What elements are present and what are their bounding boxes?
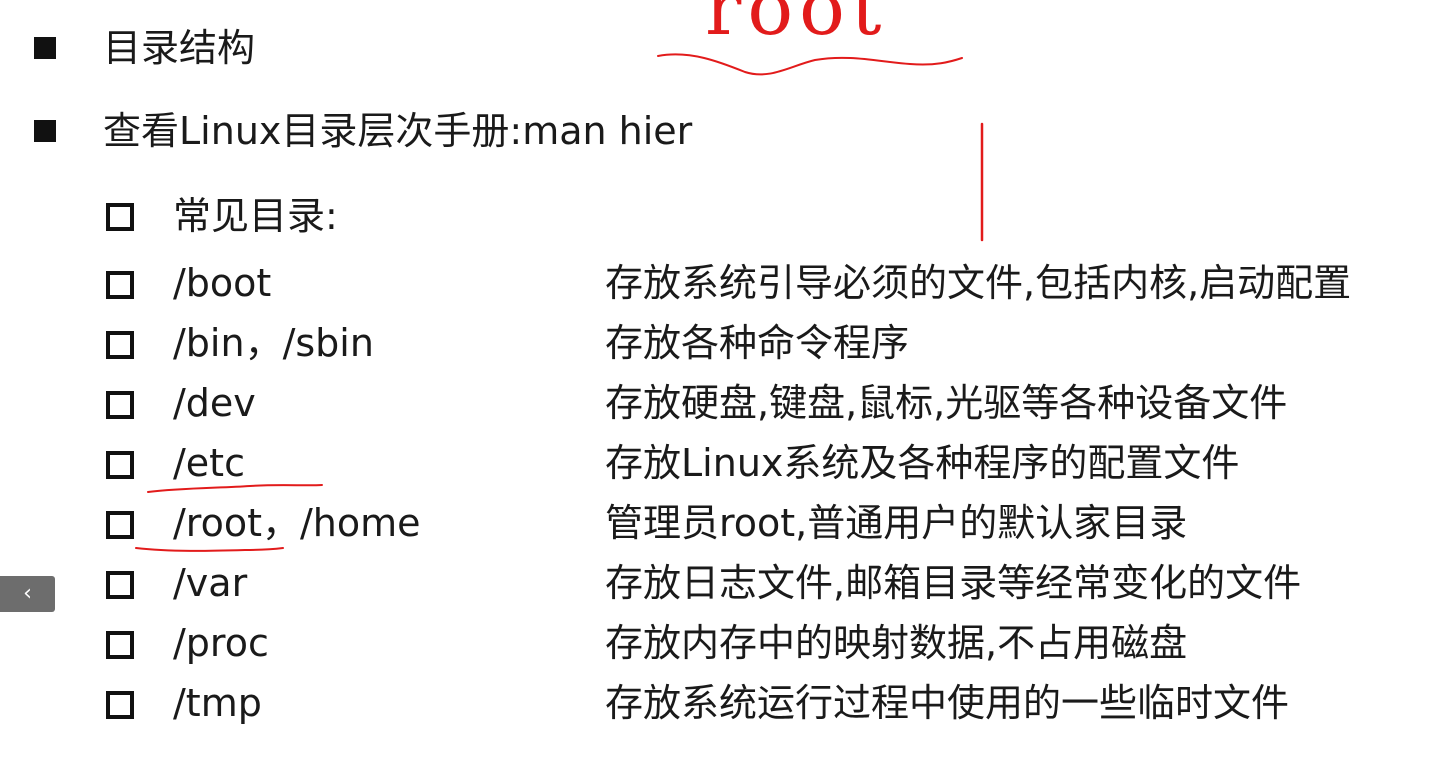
dir-description: 存放系统引导必须的文件,包括内核,启动配置 — [605, 261, 1352, 305]
bullet-square-hollow-icon — [106, 571, 134, 599]
dir-path: /proc — [173, 621, 269, 665]
ink-underline-root-word — [657, 53, 963, 76]
dir-path: /etc — [173, 441, 245, 485]
bullet-text-man-hier: 查看Linux目录层次手册:man hier — [103, 109, 693, 153]
common-dirs-heading: 常见目录: — [173, 194, 338, 238]
bullet-square-hollow-icon — [106, 631, 134, 659]
dir-path: /tmp — [173, 681, 262, 725]
bullet-square-hollow-icon — [106, 691, 134, 719]
dir-path: /bin，/sbin — [173, 321, 374, 365]
bullet-square-filled-icon — [34, 120, 56, 142]
dir-description: 存放日志文件,邮箱目录等经常变化的文件 — [605, 561, 1302, 605]
ink-underline-etc — [147, 484, 323, 493]
ink-underline-root-home — [135, 547, 284, 552]
bullet-square-filled-icon — [34, 37, 56, 59]
dir-description: 存放系统运行过程中使用的一些临时文件 — [605, 681, 1290, 725]
bullet-text-directory-structure: 目录结构 — [103, 26, 256, 70]
bullet-square-hollow-icon — [106, 451, 134, 479]
dir-path: /root，/home — [173, 501, 421, 545]
handwritten-root-annotation: root — [705, 0, 888, 52]
dir-description: 存放各种命令程序 — [605, 321, 910, 365]
slide: 目录结构 查看Linux目录层次手册:man hier 常见目录: /boot … — [0, 0, 1447, 757]
dir-path: /dev — [173, 381, 256, 425]
dir-description: 管理员root,普通用户的默认家目录 — [605, 501, 1188, 545]
previous-slide-button[interactable]: ‹ — [0, 576, 55, 612]
dir-path: /var — [173, 561, 248, 605]
dir-description: 存放Linux系统及各种程序的配置文件 — [605, 441, 1240, 485]
dir-path: /boot — [173, 261, 272, 305]
bullet-square-hollow-icon — [106, 511, 134, 539]
dir-description: 存放硬盘,键盘,鼠标,光驱等各种设备文件 — [605, 381, 1288, 425]
bullet-square-hollow-icon — [106, 203, 134, 231]
dir-description: 存放内存中的映射数据,不占用磁盘 — [605, 621, 1188, 665]
chevron-left-icon: ‹ — [23, 581, 32, 606]
bullet-square-hollow-icon — [106, 271, 134, 299]
bullet-square-hollow-icon — [106, 391, 134, 419]
bullet-square-hollow-icon — [106, 331, 134, 359]
